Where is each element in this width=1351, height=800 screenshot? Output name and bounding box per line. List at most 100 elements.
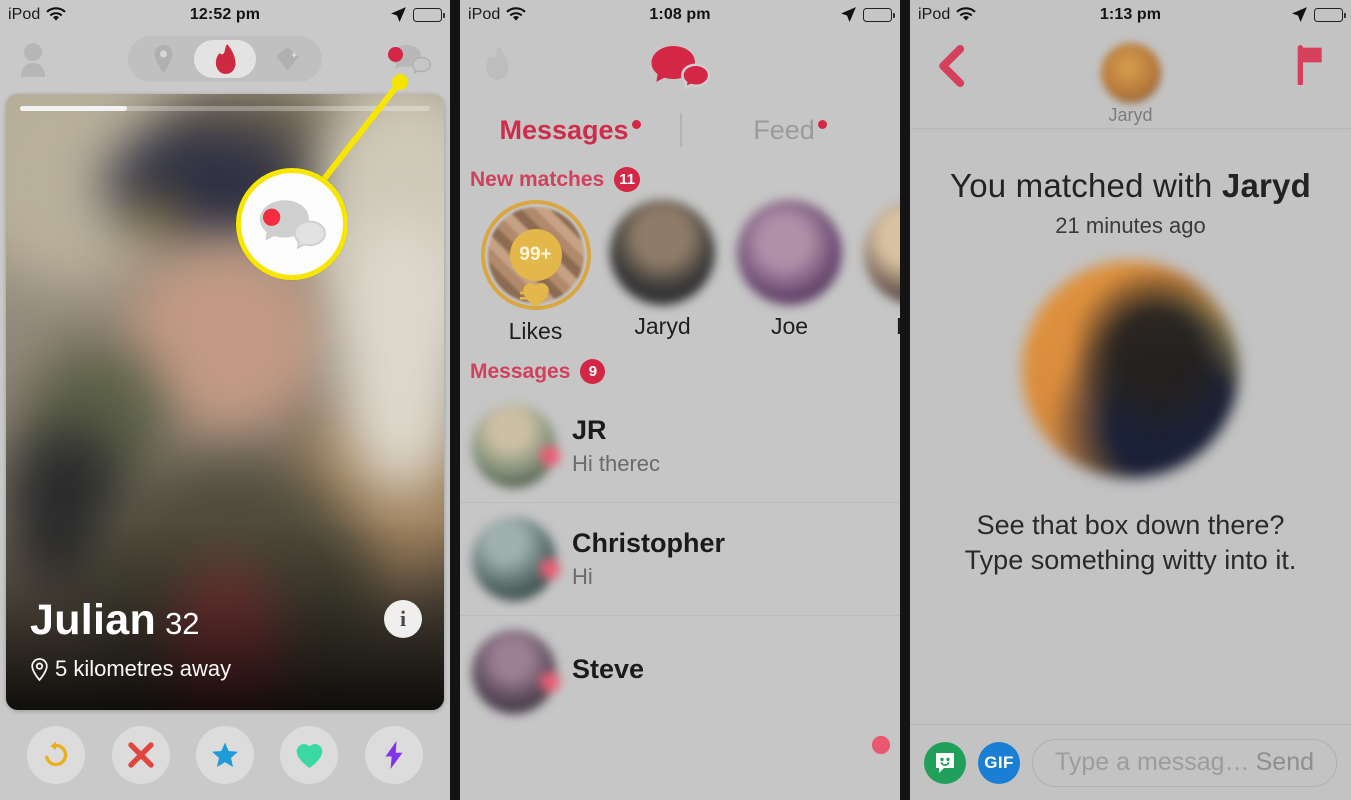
battery-icon <box>1314 7 1346 22</box>
chat-empty-hint: See that box down there? Type something … <box>964 510 1297 576</box>
status-bar-3: iPod 1:13 pm <box>910 0 1351 29</box>
tinder-flame-icon <box>215 44 236 74</box>
conversation-row-jr[interactable]: JR Hi therec <box>460 390 900 502</box>
likes-avatar: 99+ <box>480 200 591 310</box>
messages-feed-tabs: Messages Feed <box>460 101 900 159</box>
unread-badge-dot <box>388 47 403 62</box>
profile-age: 32 <box>165 606 200 641</box>
tab-messages-label: Messages <box>499 114 629 145</box>
diamond-icon <box>275 47 299 71</box>
profile-info: Julian 32 5 kilometres away <box>30 599 420 682</box>
conversation-avatar <box>472 517 560 601</box>
tab-messages-dot <box>631 119 641 129</box>
boost-button[interactable] <box>364 726 423 784</box>
rewind-button[interactable] <box>27 726 86 784</box>
back-button[interactable] <box>934 45 968 92</box>
flag-icon <box>1297 45 1322 87</box>
conversation-name: Christopher <box>572 528 726 559</box>
nav-tab-top-picks[interactable] <box>256 40 318 78</box>
carrier-label: iPod <box>918 5 951 23</box>
conversation-avatar <box>472 404 560 488</box>
message-input-placeholder: Type a messag… <box>1055 748 1250 776</box>
panel-messages-screen: iPod 1:08 pm Messages Feed New matches 1… <box>460 0 900 800</box>
location-pin-icon <box>31 657 48 681</box>
message-input[interactable]: Type a messag… Send <box>1032 738 1337 787</box>
nav-tab-explore[interactable] <box>132 40 194 78</box>
messages-section-label: Messages <box>470 359 571 383</box>
status-right <box>390 6 445 23</box>
panel-divider-1 <box>450 0 460 800</box>
conversation-list: JR Hi therec Christopher Hi Steve <box>460 390 900 728</box>
nav-segmented-control <box>128 36 322 82</box>
conversation-preview: Hi <box>572 563 593 589</box>
heart-icon <box>296 743 323 768</box>
profile-distance-label: 5 kilometres away <box>55 656 232 681</box>
location-arrow-icon <box>840 6 857 23</box>
match-item-likes[interactable]: 99+ Likes <box>472 200 599 345</box>
chat-nav-bar: Jaryd <box>910 29 1351 129</box>
gif-button[interactable]: GIF <box>978 741 1020 784</box>
conversation-name: JR <box>572 415 607 446</box>
tinder-flame-icon[interactable] <box>482 45 512 86</box>
match-headline-name: Jaryd <box>1221 167 1311 204</box>
conversation-avatar <box>472 630 560 714</box>
new-matches-row[interactable]: 99+ Likes Jaryd Joe Dav <box>460 194 900 754</box>
tab-feed-dot <box>817 119 827 129</box>
match-headline: You matched with Jaryd <box>910 167 1351 205</box>
status-left: iPod <box>8 5 67 24</box>
chat-header-profile[interactable]: Jaryd <box>1100 43 1161 126</box>
messages-logo-icon <box>643 43 717 96</box>
status-bar-2: iPod 1:08 pm <box>460 0 900 29</box>
wifi-icon <box>46 7 67 22</box>
match-item-joe[interactable]: Joe <box>726 200 890 754</box>
battery-icon <box>863 7 895 22</box>
profile-name: Julian <box>30 596 157 644</box>
conversation-name: Steve <box>572 654 645 685</box>
match-name-joe: Joe <box>770 313 809 339</box>
match-headline-prefix: You matched with <box>950 167 1222 204</box>
swipe-action-bar <box>0 710 450 800</box>
match-photo <box>1022 261 1239 478</box>
photo-progress-segment <box>20 106 127 111</box>
conversation-text: Steve <box>572 654 644 689</box>
profile-icon[interactable] <box>16 41 50 77</box>
rewind-icon <box>45 741 68 767</box>
avatar <box>1100 43 1161 103</box>
status-bar-1: iPod 12:52 pm <box>0 0 450 29</box>
tab-messages[interactable]: Messages <box>460 115 680 146</box>
match-time-ago: 21 minutes ago <box>1055 213 1206 238</box>
chevron-left-icon <box>939 45 965 87</box>
status-time: 12:52 pm <box>189 5 261 23</box>
conversation-row-steve[interactable]: Steve <box>460 615 900 728</box>
like-button[interactable] <box>280 726 339 784</box>
tab-feed[interactable]: Feed <box>680 115 900 146</box>
profile-distance: 5 kilometres away <box>30 656 420 682</box>
superlike-button[interactable] <box>195 726 254 784</box>
panel-chat-screen: iPod 1:13 pm Jaryd You matched with Jary… <box>910 0 1351 800</box>
status-right <box>840 6 895 23</box>
lightning-icon <box>385 741 403 769</box>
nav-tab-swipe[interactable] <box>194 40 256 78</box>
match-avatar <box>864 200 900 305</box>
new-matches-header: New matches 11 <box>460 159 900 194</box>
match-announcement: You matched with Jaryd 21 minutes ago <box>910 167 1351 239</box>
profile-info-button[interactable]: i <box>384 600 422 638</box>
match-item-jaryd[interactable]: Jaryd <box>599 200 890 754</box>
nope-button[interactable] <box>111 726 170 784</box>
panel-divider-2 <box>900 0 910 800</box>
conversation-text: Christopher Hi <box>572 528 725 589</box>
chat-bubbles-icon <box>259 200 326 250</box>
report-button[interactable] <box>1295 45 1327 90</box>
star-icon <box>211 742 238 767</box>
location-arrow-icon <box>390 6 407 23</box>
screenshot-root: iPod 12:52 pm i Julian 32 5 kilometres a… <box>0 0 1351 800</box>
match-item-dav[interactable]: Dav <box>853 200 900 345</box>
panel-swipe-screen: iPod 12:52 pm i Julian 32 5 kilometres a… <box>0 0 450 800</box>
conversation-row-christopher[interactable]: Christopher Hi <box>460 502 900 615</box>
sticker-smiley-icon <box>936 752 954 773</box>
nav-messages-button[interactable] <box>388 43 434 75</box>
sticker-button[interactable] <box>924 741 966 784</box>
send-button[interactable]: Send <box>1256 748 1314 777</box>
carrier-label: iPod <box>8 5 41 23</box>
status-left: iPod <box>918 5 977 24</box>
